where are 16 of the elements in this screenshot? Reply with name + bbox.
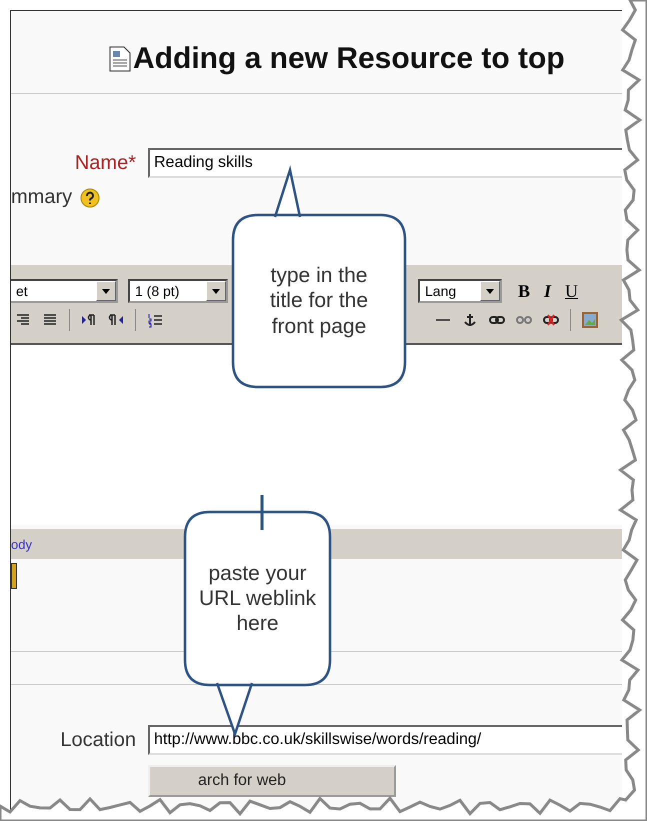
language-dropdown[interactable]: Lang <box>418 279 502 303</box>
font-dropdown[interactable]: et <box>11 279 118 303</box>
search-web-button[interactable]: arch for web <box>148 765 396 797</box>
path-link[interactable]: ody <box>11 536 32 552</box>
page-title: Adding a new Resource to top <box>133 42 565 76</box>
field-label: Location <box>59 728 136 752</box>
field-label: Name* <box>74 152 136 174</box>
bold-button[interactable]: B <box>512 280 536 302</box>
callout-text: type in the title for the front page <box>268 263 370 339</box>
callout-text: paste your URL weblink here <box>198 560 318 636</box>
size-dropdown[interactable]: 1 (8 pt) <box>128 279 228 303</box>
name-field[interactable]: Reading skills <box>148 148 622 178</box>
field-label: mmary <box>11 186 72 209</box>
italic-button[interactable]: I <box>538 280 558 302</box>
location-field[interactable]: http://www.bbc.co.uk/skillswise/words/reading/ <box>148 725 622 755</box>
underline-button[interactable]: U <box>559 280 584 302</box>
